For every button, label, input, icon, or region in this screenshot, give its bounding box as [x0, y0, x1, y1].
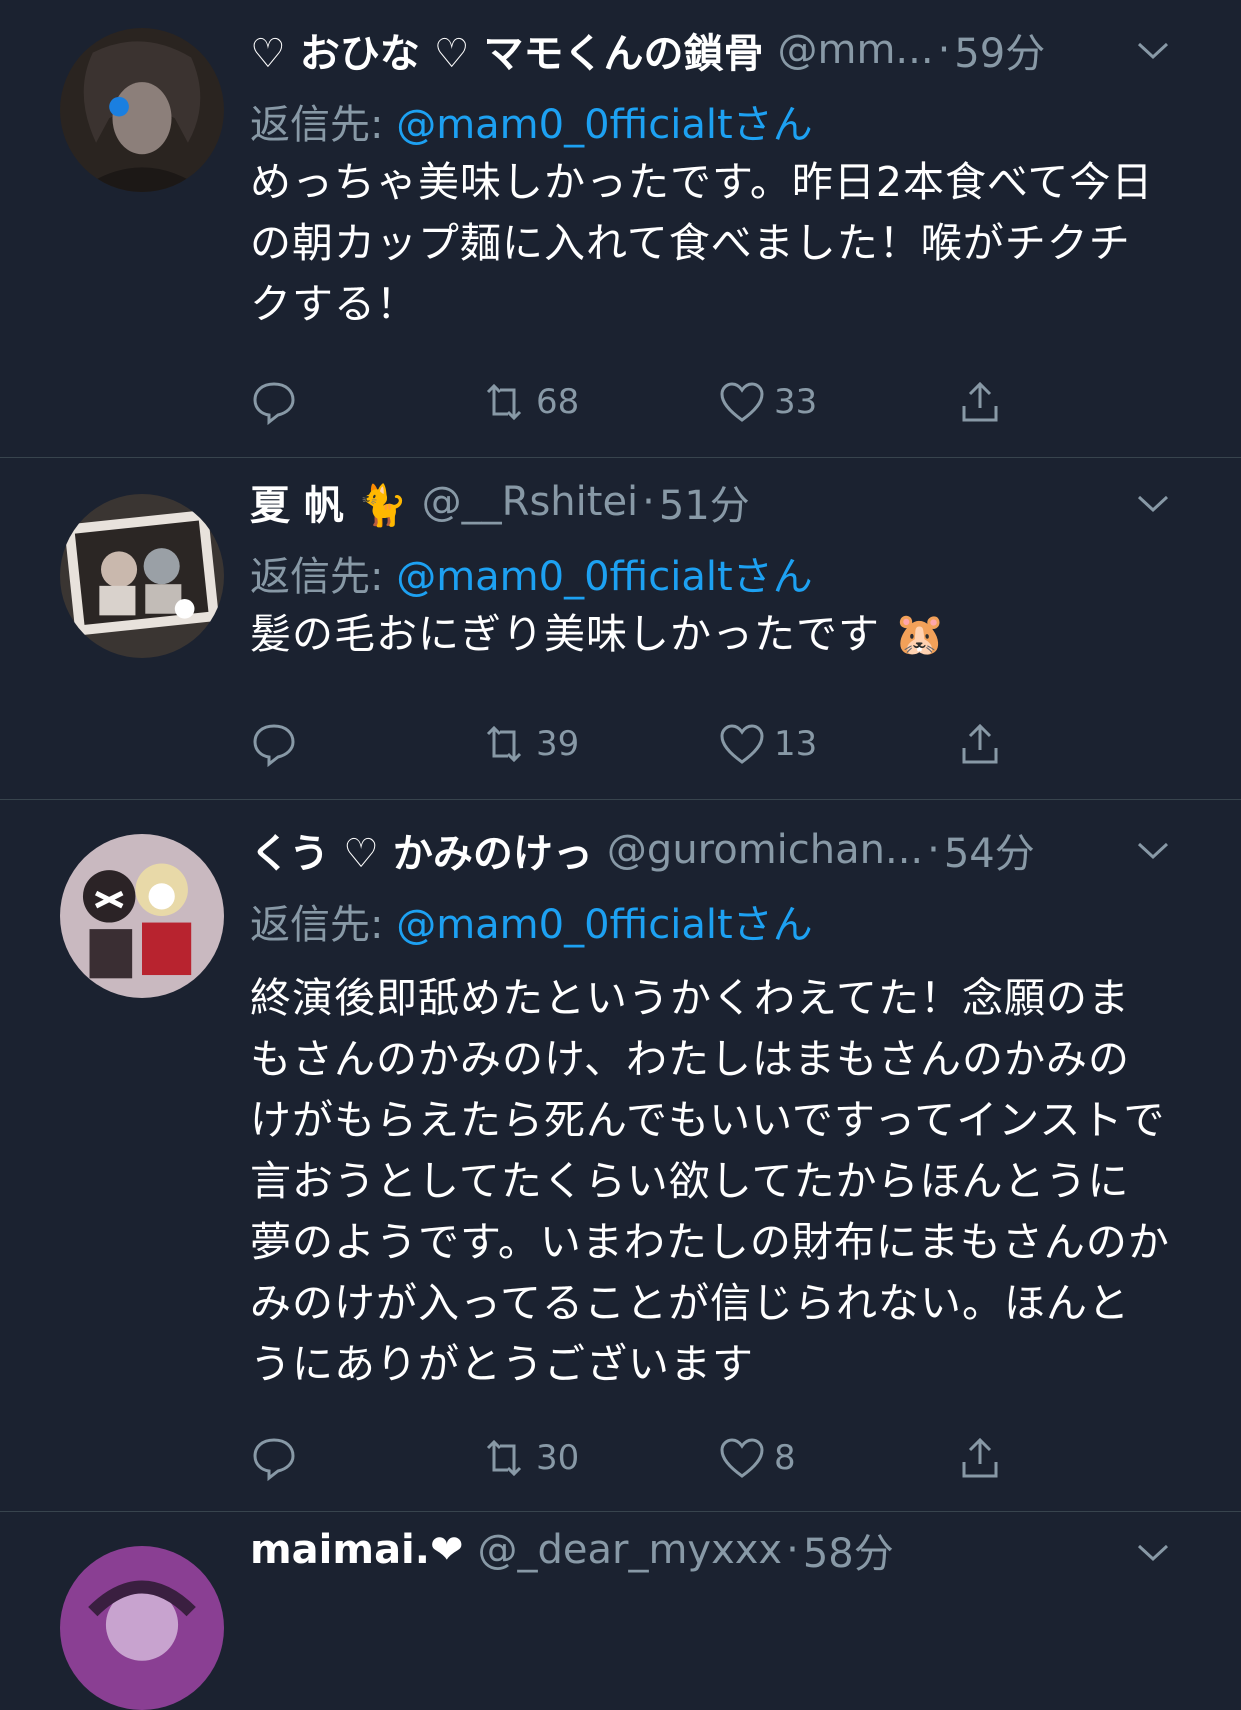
reply-mention-link[interactable]: @mam0_0fficialtさん — [396, 554, 812, 600]
user-handle[interactable]: @_dear_myxxx — [477, 1527, 782, 1573]
reply-icon — [253, 724, 295, 768]
tweet[interactable]: くう ♡ かみのけっ @guromichan... · 54分 返信先: @ma… — [0, 800, 1241, 1512]
avatar[interactable] — [60, 494, 224, 658]
chevron-down-icon[interactable] — [1135, 1540, 1171, 1564]
display-name[interactable]: maimai.❤ — [250, 1527, 463, 1573]
chevron-down-icon[interactable] — [1135, 38, 1171, 62]
share-button[interactable] — [956, 1428, 1012, 1488]
retweet-icon — [486, 383, 522, 421]
retweet-count: 39 — [536, 724, 580, 764]
separator-dot: · — [786, 1527, 799, 1573]
separator-dot: · — [927, 827, 940, 873]
share-icon — [962, 723, 998, 764]
retweet-icon — [486, 725, 522, 763]
retweet-button[interactable]: 30 — [480, 1428, 579, 1488]
retweet-count: 68 — [536, 382, 580, 422]
avatar[interactable] — [60, 28, 224, 192]
display-name[interactable]: くう ♡ かみのけっ — [250, 822, 593, 878]
tweet-text: めっちゃ美味しかったです。昨日2本食べて今日の朝カップ麺に入れて食べました！喉が… — [250, 158, 1154, 328]
like-count: 33 — [774, 382, 818, 422]
tweet-text: 髪の毛おにぎり美味しかったです 🐹 — [250, 610, 947, 658]
reply-mention-link[interactable]: @mam0_0fficialtさん — [396, 102, 812, 148]
retweet-button[interactable]: 39 — [480, 714, 579, 774]
timestamp[interactable]: 58分 — [803, 1522, 894, 1578]
reply-button[interactable] — [250, 372, 306, 432]
tweet-text: 終演後即舐めたというかくわえてた！念願のまもさんのかみのけ、わたしはまもさんのか… — [250, 974, 1170, 1388]
reply-icon — [253, 1438, 295, 1482]
share-button[interactable] — [956, 714, 1012, 774]
avatar[interactable] — [60, 834, 224, 998]
like-icon — [720, 382, 764, 422]
timestamp[interactable]: 59分 — [954, 22, 1045, 78]
like-count: 8 — [774, 1438, 796, 1478]
reply-prefix: 返信先: — [250, 902, 397, 948]
display-name[interactable]: 夏 帆 🐈 — [250, 474, 408, 530]
action-bar: 39 13 — [250, 714, 1050, 774]
retweet-count: 30 — [536, 1438, 580, 1478]
reply-context: 返信先: @mam0_0fficialtさん — [250, 892, 813, 950]
like-button[interactable]: 8 — [718, 1428, 796, 1488]
tweet[interactable]: 夏 帆 🐈 @__Rshitei · 51分 返信先: @mam0_0ffici… — [0, 458, 1241, 800]
timestamp[interactable]: 54分 — [944, 822, 1035, 878]
reply-mention-link[interactable]: @mam0_0fficialtさん — [396, 902, 812, 948]
reply-context: 返信先: @mam0_0fficialtさん — [250, 544, 813, 602]
action-bar: 68 33 — [250, 372, 1050, 432]
like-button[interactable]: 33 — [718, 372, 817, 432]
like-count: 13 — [774, 724, 818, 764]
display-name[interactable]: ♡ おひな ♡ マモくんの鎖骨 — [250, 22, 764, 78]
retweet-icon — [486, 1439, 522, 1477]
timestamp[interactable]: 51分 — [659, 474, 750, 530]
like-button[interactable]: 13 — [718, 714, 817, 774]
user-handle[interactable]: @__Rshitei — [422, 479, 639, 525]
share-icon — [962, 381, 998, 422]
reply-context: 返信先: @mam0_0fficialtさん — [250, 92, 813, 150]
reply-button[interactable] — [250, 714, 306, 774]
share-icon — [962, 1437, 998, 1478]
reply-button[interactable] — [250, 1428, 306, 1488]
user-handle[interactable]: @guromichan... — [607, 827, 923, 873]
reply-prefix: 返信先: — [250, 102, 397, 148]
user-handle[interactable]: @mm... — [778, 27, 934, 73]
like-icon — [720, 724, 764, 764]
reply-icon — [253, 382, 295, 426]
action-bar: 30 8 — [250, 1428, 1050, 1488]
chevron-down-icon[interactable] — [1135, 491, 1171, 515]
separator-dot: · — [937, 27, 951, 73]
share-button[interactable] — [956, 372, 1012, 432]
tweet[interactable]: ♡ おひな ♡ マモくんの鎖骨 @mm... · 59分 返信先: @mam0_… — [0, 0, 1241, 458]
retweet-button[interactable]: 68 — [480, 372, 579, 432]
chevron-down-icon[interactable] — [1135, 838, 1171, 862]
reply-prefix: 返信先: — [250, 554, 397, 600]
tweet[interactable]: maimai.❤ @_dear_myxxx · 58分 — [0, 1512, 1241, 1710]
like-icon — [720, 1438, 764, 1478]
avatar[interactable] — [60, 1546, 224, 1710]
separator-dot: · — [642, 479, 655, 525]
